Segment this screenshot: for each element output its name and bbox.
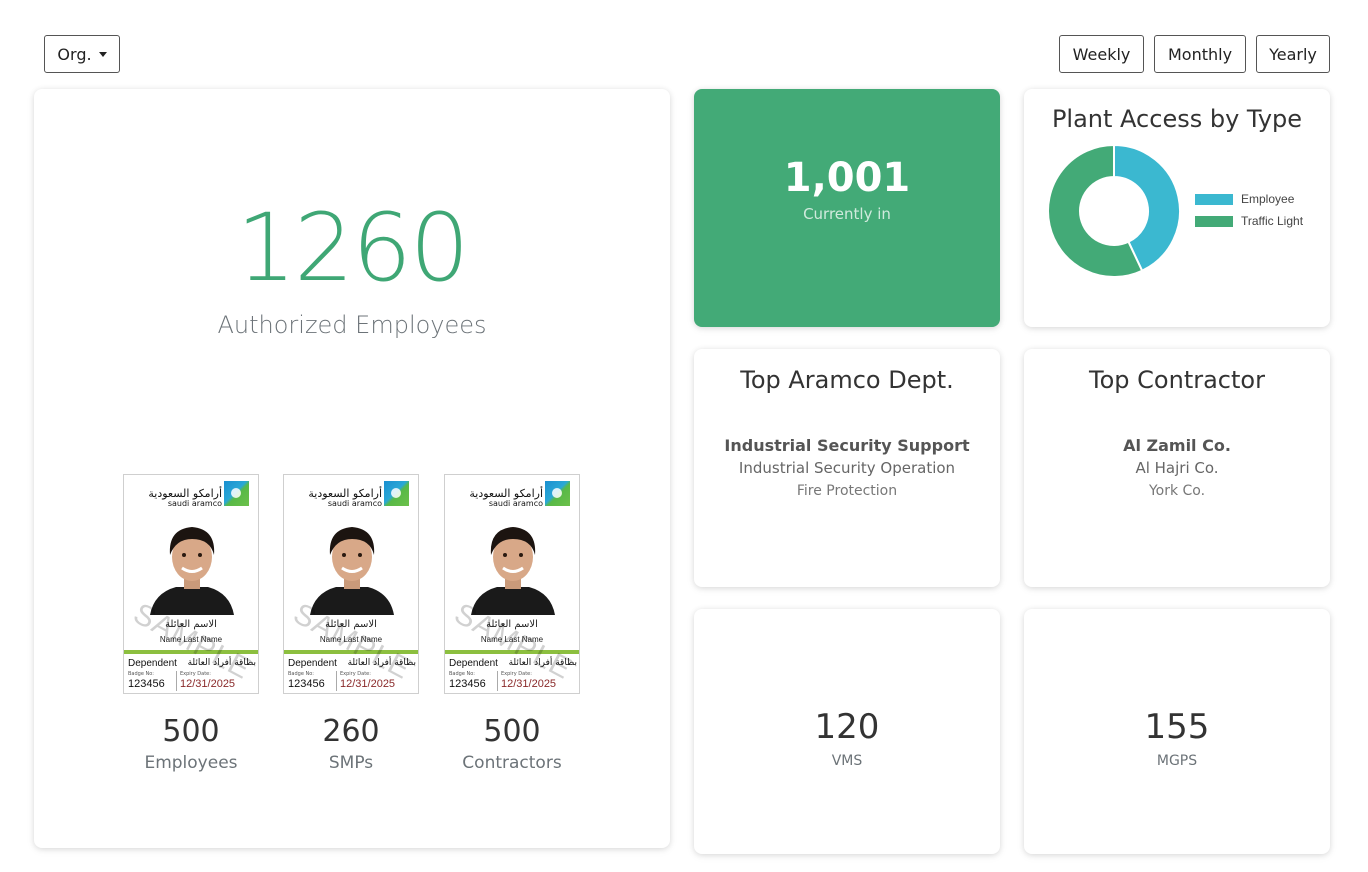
top-dept-item-2: Industrial Security Operation <box>738 459 956 477</box>
monthly-button[interactable]: Monthly <box>1154 35 1246 73</box>
badge-expiry-value: 12/31/2025 <box>340 678 396 690</box>
badge-expiry-label: Expiry Date: <box>340 671 371 677</box>
badge-divider <box>336 671 337 691</box>
aramco-logo-icon <box>224 481 249 506</box>
badge-label: Employees <box>144 753 238 773</box>
badge-divider <box>176 671 177 691</box>
aramco-logo-icon <box>384 481 409 506</box>
vms-count: 120 <box>814 707 880 747</box>
person-photo-icon <box>150 527 234 615</box>
top-dept-card: Top Aramco Dept. Industrial Security Sup… <box>694 349 1000 587</box>
badge-logo-en: saudi aramco <box>327 499 382 508</box>
top-contractor-title: Top Contractor <box>1089 366 1265 394</box>
badge-count: 260 <box>322 714 380 749</box>
badge-label: Contractors <box>462 753 562 773</box>
top-dept-title: Top Aramco Dept. <box>740 366 954 394</box>
currently-in-card: 1,001 Currently in <box>694 89 1000 327</box>
badge-logo-en: saudi aramco <box>488 499 543 508</box>
top-contractor-card: Top Contractor Al Zamil Co. Al Hajri Co.… <box>1024 349 1330 587</box>
plant-access-title: Plant Access by Type <box>1051 105 1303 133</box>
badge-no-value: 123456 <box>449 678 486 690</box>
badge-stripe <box>284 650 418 654</box>
authorized-label: Authorized Employees <box>217 311 487 339</box>
badge-type-ar: بطاقة أفراد العائلة <box>508 658 577 668</box>
authorized-count: 1260 <box>236 194 469 303</box>
badge-name-ar: الاسم العائلة <box>165 619 217 630</box>
legend-swatch <box>1195 215 1233 227</box>
id-badge-image: أرامكو السعودية saudi aramco الاسم العائ… <box>283 474 419 694</box>
aramco-logo-icon <box>545 481 570 506</box>
weekly-button[interactable]: Weekly <box>1059 35 1144 73</box>
top-dept-item-1: Industrial Security Support <box>724 436 970 455</box>
plant-access-donut-chart <box>1047 143 1181 278</box>
badge-type-en: Dependent <box>128 658 177 669</box>
org-dropdown-label: Org. <box>57 44 92 64</box>
badge-no-value: 123456 <box>128 678 165 690</box>
badge-no-label: Badge No: <box>288 671 314 677</box>
badge-name-en: Name Last Name <box>159 635 223 644</box>
badge-no-label: Badge No: <box>128 671 154 677</box>
badge-group: أرامكو السعودية saudi aramco الاسم العائ… <box>123 474 259 773</box>
top-contractor-item-2: Al Hajri Co. <box>1135 459 1219 477</box>
person-photo-icon <box>310 527 394 615</box>
badge-group: أرامكو السعودية saudi aramco الاسم العائ… <box>283 474 419 773</box>
top-contractor-item-1: Al Zamil Co. <box>1123 436 1231 455</box>
badge-type-en: Dependent <box>449 658 498 669</box>
badge-type-en: Dependent <box>288 658 337 669</box>
badge-type-ar: بطاقة أفراد العائلة <box>187 658 256 668</box>
yearly-button[interactable]: Yearly <box>1256 35 1330 73</box>
top-contractor-item-3: York Co. <box>1148 483 1206 499</box>
badge-expiry-value: 12/31/2025 <box>180 678 236 690</box>
plant-access-card: Plant Access by Type Employee Traffic Lig… <box>1024 89 1330 327</box>
badge-label: SMPs <box>328 753 374 773</box>
badge-divider <box>497 671 498 691</box>
legend-label: Employee <box>1241 192 1295 206</box>
person-photo-icon <box>471 527 555 615</box>
legend-item[interactable]: Employee <box>1195 192 1303 206</box>
badge-group: أرامكو السعودية saudi aramco الاسم العائ… <box>444 474 580 773</box>
vms-label: VMS <box>831 753 863 769</box>
mgps-label: MGPS <box>1156 753 1198 769</box>
id-badge-image: أرامكو السعودية saudi aramco الاسم العائ… <box>444 474 580 694</box>
badge-name-en: Name Last Name <box>480 635 544 644</box>
plant-access-legend: Employee Traffic Light <box>1195 192 1303 236</box>
badge-logo-en: saudi aramco <box>167 499 222 508</box>
legend-swatch <box>1195 193 1233 205</box>
mgps-count: 155 <box>1144 707 1210 747</box>
badge-expiry-value: 12/31/2025 <box>501 678 557 690</box>
badge-stripe <box>445 650 579 654</box>
vms-card: 120 VMS <box>694 609 1000 854</box>
badge-name-en: Name Last Name <box>319 635 383 644</box>
currently-in-label: Currently in <box>803 205 891 223</box>
badge-name-ar: الاسم العائلة <box>325 619 377 630</box>
org-dropdown[interactable]: Org. <box>44 35 120 73</box>
caret-down-icon <box>98 51 107 57</box>
badge-count: 500 <box>162 714 220 749</box>
top-dept-item-3: Fire Protection <box>796 483 898 499</box>
badge-name-ar: الاسم العائلة <box>486 619 538 630</box>
id-badge-image: أرامكو السعودية saudi aramco الاسم العائ… <box>123 474 259 694</box>
badge-count: 500 <box>483 714 541 749</box>
authorized-employees-card: 1260 Authorized Employees أرامكو السعودي… <box>34 89 670 848</box>
badge-stripe <box>124 650 258 654</box>
badge-expiry-label: Expiry Date: <box>180 671 211 677</box>
badge-type-ar: بطاقة أفراد العائلة <box>347 658 416 668</box>
badge-no-value: 123456 <box>288 678 325 690</box>
badge-expiry-label: Expiry Date: <box>501 671 532 677</box>
currently-in-count: 1,001 <box>783 155 911 201</box>
legend-item[interactable]: Traffic Light <box>1195 214 1303 228</box>
legend-label: Traffic Light <box>1241 214 1304 228</box>
badge-no-label: Badge No: <box>449 671 475 677</box>
mgps-card: 155 MGPS <box>1024 609 1330 854</box>
